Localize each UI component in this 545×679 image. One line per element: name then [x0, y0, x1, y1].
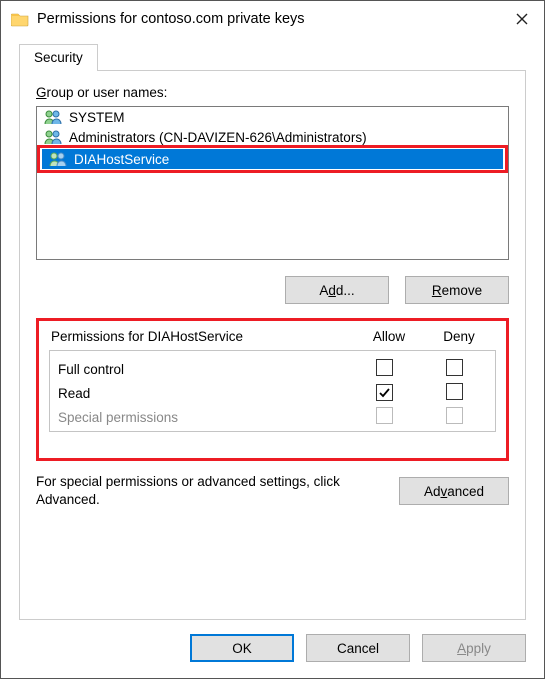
add-button[interactable]: Add...: [285, 276, 389, 304]
list-item-label: DIAHostService: [74, 152, 169, 167]
checkbox-deny: [446, 407, 463, 424]
selection-highlight-box: DIAHostService: [37, 145, 508, 173]
list-item-label: Administrators (CN-DAVIZEN-626\Administr…: [69, 130, 367, 145]
perm-row-full-control: Full control: [58, 357, 489, 381]
remove-button[interactable]: Remove: [405, 276, 509, 304]
list-item[interactable]: Administrators (CN-DAVIZEN-626\Administr…: [37, 127, 508, 147]
checkbox-allow: [376, 407, 393, 424]
tab-body-security: Group or user names: SYSTEM Administrato…: [19, 71, 526, 620]
principals-list[interactable]: SYSTEM Administrators (CN-DAVIZEN-626\Ad…: [36, 106, 509, 260]
permissions-for-label: Permissions for DIAHostService: [51, 329, 354, 344]
advanced-button[interactable]: Advanced: [399, 477, 509, 505]
advanced-row: For special permissions or advanced sett…: [36, 473, 509, 509]
checkbox-allow[interactable]: [376, 359, 393, 376]
principal-buttons: Add... Remove: [36, 276, 509, 304]
checkbox-allow[interactable]: [376, 384, 393, 401]
cancel-button[interactable]: Cancel: [306, 634, 410, 662]
group-icon: [43, 129, 63, 145]
permissions-grid: Permissions for DIAHostService Allow Den…: [49, 329, 496, 432]
apply-button[interactable]: Apply: [422, 634, 526, 662]
tab-security[interactable]: Security: [19, 44, 98, 71]
list-item-label: SYSTEM: [69, 110, 125, 125]
group-icon: [48, 151, 68, 167]
titlebar: Permissions for contoso.com private keys: [1, 1, 544, 37]
list-item[interactable]: DIAHostService: [42, 149, 503, 169]
window-title: Permissions for contoso.com private keys: [37, 11, 500, 27]
deny-header: Deny: [424, 329, 494, 344]
dialog-content: Security Group or user names: SYSTEM Adm…: [1, 37, 544, 620]
ok-button[interactable]: OK: [190, 634, 294, 662]
permissions-dialog: Permissions for contoso.com private keys…: [0, 0, 545, 679]
perm-row-special: Special permissions: [58, 405, 489, 429]
tab-strip: Security: [19, 43, 526, 71]
list-item[interactable]: SYSTEM: [37, 107, 508, 127]
perm-name: Special permissions: [58, 410, 349, 425]
perm-row-read: Read: [58, 381, 489, 405]
group-icon: [43, 109, 63, 125]
checkbox-deny[interactable]: [446, 359, 463, 376]
permissions-items: Full control Read Special pe: [49, 350, 496, 432]
folder-icon: [11, 11, 29, 27]
permissions-highlight-box: Permissions for DIAHostService Allow Den…: [36, 318, 509, 461]
perm-name: Full control: [58, 362, 349, 377]
permissions-header: Permissions for DIAHostService Allow Den…: [49, 329, 496, 350]
allow-header: Allow: [354, 329, 424, 344]
group-users-label: Group or user names:: [36, 85, 509, 100]
dialog-buttons: OK Cancel Apply: [1, 620, 544, 678]
close-button[interactable]: [500, 2, 544, 36]
advanced-hint-text: For special permissions or advanced sett…: [36, 473, 389, 509]
checkbox-deny[interactable]: [446, 383, 463, 400]
perm-name: Read: [58, 386, 349, 401]
